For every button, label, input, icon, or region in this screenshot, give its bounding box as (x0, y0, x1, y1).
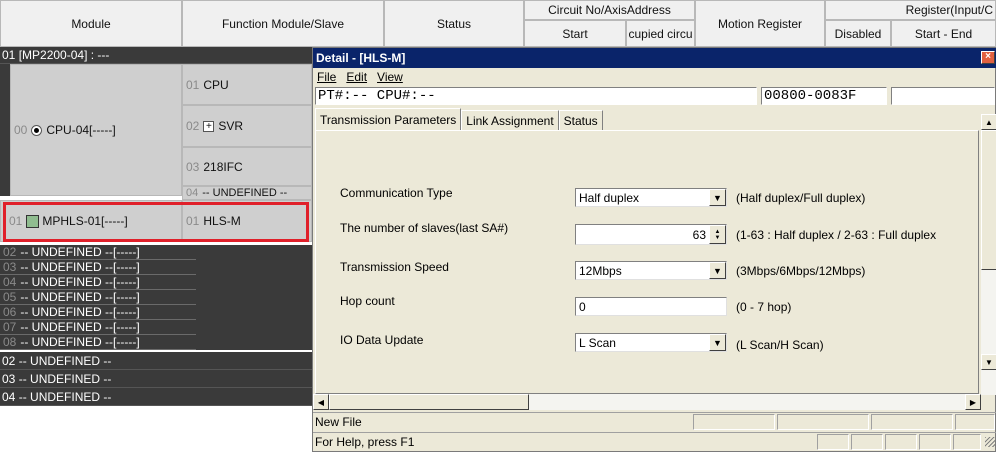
close-icon[interactable]: × (981, 51, 995, 64)
scroll-up-icon[interactable]: ▲ (981, 114, 996, 130)
col-register-io-header[interactable]: Register(Input/C (825, 0, 996, 20)
chevron-down-icon[interactable]: ▼ (709, 189, 726, 206)
col-motion-register-header[interactable]: Motion Register (695, 0, 825, 47)
tree-svr-child[interactable]: 02 + SVR (182, 105, 312, 147)
status-pane (693, 414, 775, 430)
extra-field (891, 87, 995, 105)
tree-cpu-module[interactable]: 00 CPU-04[-----] (10, 64, 182, 196)
pt-cpu-field: PT#:-- CPU#:-- (315, 87, 757, 105)
detail-window[interactable]: Detail - [HLS-M] × File Edit View PT#:--… (312, 47, 996, 452)
tree-slot-row[interactable]: 07 -- UNDEFINED --[-----] (0, 320, 196, 335)
selection-highlight (3, 202, 309, 242)
tree-slot-row[interactable]: 08 -- UNDEFINED --[-----] (0, 335, 196, 350)
status-pane (871, 414, 953, 430)
tree-undefined-child[interactable]: 04 -- UNDEFINED -- (182, 186, 312, 200)
hscroll-thumb[interactable] (329, 394, 529, 410)
horizontal-scrollbar[interactable]: ◀ ▶ (313, 394, 981, 410)
menu-file[interactable]: File (317, 70, 336, 84)
status-pane (955, 414, 995, 430)
tab-strip: Transmission Parameters Link Assignment … (315, 108, 603, 130)
io-update-label: IO Data Update (340, 333, 424, 347)
status-bar-help: For Help, press F1 (313, 432, 996, 450)
io-update-select[interactable]: L Scan ▼ (575, 333, 727, 352)
menu-edit[interactable]: Edit (346, 70, 367, 84)
tree-slot-row[interactable]: 02 -- UNDEFINED --[-----] (0, 245, 196, 260)
hop-count-input[interactable]: 0 (575, 297, 727, 316)
tab-transmission-parameters[interactable]: Transmission Parameters (315, 108, 462, 130)
status-pane (851, 434, 883, 450)
scroll-right-icon[interactable]: ▶ (965, 394, 981, 410)
trans-speed-select[interactable]: 12Mbps ▼ (575, 261, 727, 280)
tree-slot-row[interactable]: 05 -- UNDEFINED --[-----] (0, 290, 196, 305)
scroll-down-icon[interactable]: ▼ (981, 354, 996, 370)
spin-arrows-icon[interactable]: ▲ ▼ (709, 225, 726, 244)
tree-slot-filler (196, 245, 312, 350)
num-slaves-label: The number of slaves(last SA#) (340, 221, 509, 235)
tree-empty-area (0, 406, 312, 452)
col-start-end-header[interactable]: Start - End (891, 20, 996, 47)
col-occupied-header[interactable]: cupied circu (626, 20, 695, 47)
tree-root-row[interactable]: 01 [MP2200-04] : --- (0, 47, 312, 64)
col-function-slave-header[interactable]: Function Module/Slave (182, 0, 384, 47)
resize-grip-icon[interactable] (985, 437, 995, 447)
scroll-thumb[interactable] (981, 130, 996, 270)
status-pane (919, 434, 951, 450)
comm-type-label: Communication Type (340, 186, 453, 200)
trans-speed-label: Transmission Speed (340, 260, 449, 274)
tree-slot-row[interactable]: 04 -- UNDEFINED --[-----] (0, 275, 196, 290)
tab-status[interactable]: Status (558, 110, 603, 130)
detail-title-bar[interactable]: Detail - [HLS-M] × (313, 48, 996, 68)
col-status-header[interactable]: Status (384, 0, 524, 47)
transmission-panel: Communication Type Half duplex ▼ (Half du… (315, 130, 979, 394)
col-start-header[interactable]: Start (524, 20, 626, 47)
tree-rack-row[interactable]: 02 -- UNDEFINED -- (0, 352, 312, 370)
comm-type-select[interactable]: Half duplex ▼ (575, 188, 727, 207)
register-range-field: 00800-0083F (761, 87, 887, 105)
hop-count-hint: (0 - 7 hop) (736, 300, 792, 314)
status-pane (817, 434, 849, 450)
num-slaves-stepper[interactable]: 63 ▲ ▼ (575, 224, 727, 245)
col-disabled-header[interactable]: Disabled (825, 20, 891, 47)
tree-rack-row[interactable]: 04 -- UNDEFINED -- (0, 388, 312, 406)
tree-slot-row[interactable]: 03 -- UNDEFINED --[-----] (0, 260, 196, 275)
scroll-left-icon[interactable]: ◀ (313, 394, 329, 410)
col-circuit-header[interactable]: Circuit No/AxisAddress (524, 0, 695, 20)
status-pane (777, 414, 869, 430)
trans-speed-hint: (3Mbps/6Mbps/12Mbps) (736, 264, 866, 278)
tree-slot-row[interactable]: 06 -- UNDEFINED --[-----] (0, 305, 196, 320)
io-update-hint: (L Scan/H Scan) (736, 338, 824, 352)
chevron-down-icon[interactable]: ▼ (709, 334, 726, 351)
comm-type-hint: (Half duplex/Full duplex) (736, 191, 866, 205)
tree-cpu-child[interactable]: 01 CPU (182, 64, 312, 105)
tree-218ifc-child[interactable]: 03 218IFC (182, 147, 312, 186)
tab-link-assignment[interactable]: Link Assignment (461, 110, 559, 130)
expand-plus-icon[interactable]: + (203, 120, 215, 132)
num-slaves-hint: (1-63 : Half duplex / 2-63 : Full duplex (736, 228, 937, 242)
menu-view[interactable]: View (377, 70, 403, 84)
status-pane (953, 434, 981, 450)
status-bar-file: New File (313, 412, 996, 430)
status-pane (885, 434, 917, 450)
hop-count-label: Hop count (340, 294, 395, 308)
radio-icon (31, 124, 43, 136)
tree-rack-row[interactable]: 03 -- UNDEFINED -- (0, 370, 312, 388)
col-module-header[interactable]: Module (0, 0, 182, 47)
vertical-scrollbar[interactable]: ▲ ▼ (981, 114, 996, 395)
menu-bar: File Edit View (313, 68, 996, 86)
chevron-down-icon[interactable]: ▼ (709, 262, 726, 279)
